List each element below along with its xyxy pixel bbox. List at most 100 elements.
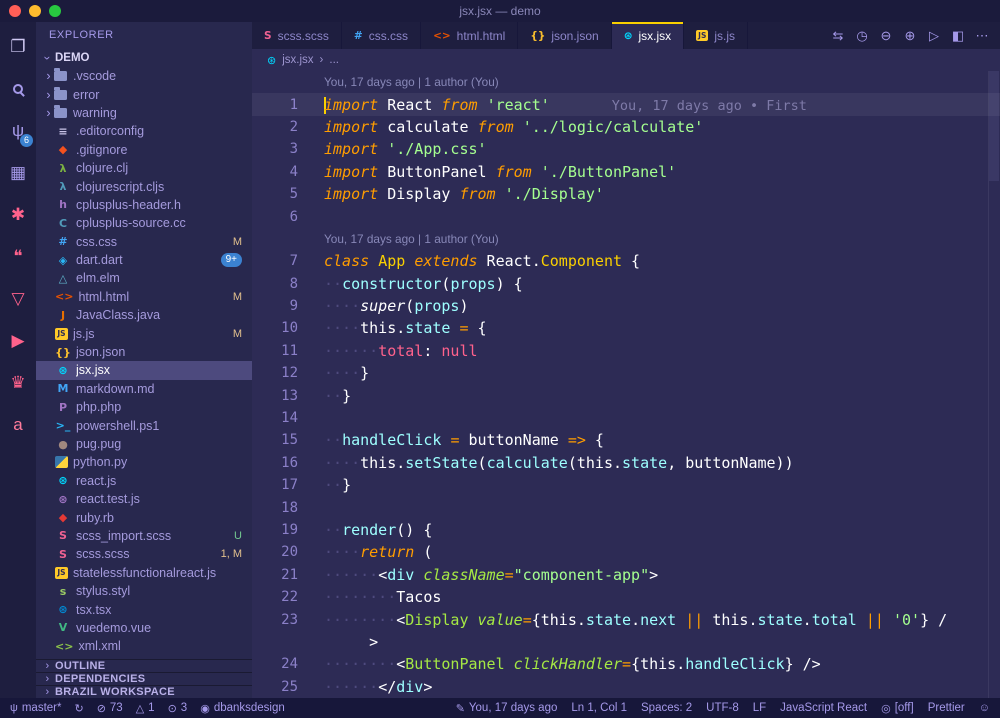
- code-line[interactable]: 22········Tacos: [252, 586, 1000, 608]
- breadcrumb-file[interactable]: jsx.jsx: [282, 54, 313, 66]
- status-warnings[interactable]: △1: [136, 702, 155, 715]
- codelens[interactable]: You, 17 days ago | 1 author (You): [252, 71, 1000, 93]
- tree-file-dart.dart[interactable]: ◈dart.dart9+: [36, 251, 252, 269]
- tab-css.css[interactable]: #css.css: [342, 22, 421, 49]
- breadcrumb[interactable]: ⊛ jsx.jsx › ...: [252, 49, 1000, 71]
- tree-file-php.php[interactable]: Pphp.php: [36, 398, 252, 416]
- tree-file-elm.elm[interactable]: △elm.elm: [36, 269, 252, 287]
- status-feedback[interactable]: ☺: [979, 702, 990, 714]
- award-icon[interactable]: ♛: [0, 362, 36, 404]
- tree-file-pug.pug[interactable]: ●pug.pug: [36, 435, 252, 453]
- root-folder-demo[interactable]: › DEMO: [36, 48, 252, 67]
- code-line[interactable]: 16····this.setState(calculate(this.state…: [252, 452, 1000, 474]
- code-line[interactable]: 5import Display from './Display': [252, 183, 1000, 205]
- close-window-button[interactable]: [9, 5, 21, 17]
- tree-file-react.js[interactable]: ⊛react.js: [36, 472, 252, 490]
- code-line[interactable]: 8··constructor(props) {: [252, 273, 1000, 295]
- more-actions-icon[interactable]: ⋯: [970, 28, 994, 44]
- tree-file-statelessfunctionalreact.js[interactable]: JSstatelessfunctionalreact.js: [36, 564, 252, 582]
- codelens[interactable]: You, 17 days ago | 1 author (You): [252, 228, 1000, 250]
- status-info[interactable]: ⊙3: [168, 702, 188, 715]
- code-line[interactable]: 2import calculate from '../logic/calcula…: [252, 116, 1000, 138]
- code-line[interactable]: 19··render() {: [252, 519, 1000, 541]
- code-line[interactable]: 25······</div>: [252, 676, 1000, 698]
- tree-file-clojure.clj[interactable]: λclojure.clj: [36, 159, 252, 177]
- tree-file-xml.xml[interactable]: <>xml.xml: [36, 637, 252, 655]
- code-line[interactable]: 14: [252, 407, 1000, 429]
- scrollbar[interactable]: [988, 71, 1000, 698]
- status-highlight-toggle[interactable]: ◎[off]: [881, 702, 914, 715]
- section-dependencies[interactable]: ›DEPENDENCIES: [36, 672, 252, 685]
- status-errors[interactable]: ⊘73: [97, 702, 123, 715]
- settings-gear-icon[interactable]: ✱: [0, 194, 36, 236]
- split-editor-icon[interactable]: ◧: [946, 28, 970, 44]
- tree-file-ruby.rb[interactable]: ◆ruby.rb: [36, 508, 252, 526]
- tree-file-cplusplus-header.h[interactable]: hcplusplus-header.h: [36, 196, 252, 214]
- status-gitlens-blame[interactable]: ✎You, 17 days ago: [456, 702, 558, 715]
- section-outline[interactable]: ›OUTLINE: [36, 659, 252, 672]
- tree-file-css.css[interactable]: #css.cssM: [36, 233, 252, 251]
- code-line[interactable]: 13··}: [252, 384, 1000, 406]
- run-circle-icon[interactable]: ▶: [0, 320, 36, 362]
- next-change-icon[interactable]: ⊕: [898, 28, 922, 44]
- explorer-icon[interactable]: ❐: [0, 26, 36, 68]
- tree-file-clojurescript.cljs[interactable]: λclojurescript.cljs: [36, 177, 252, 195]
- compare-changes-icon[interactable]: ⇆: [826, 28, 850, 44]
- tab-js.js[interactable]: JSjs.js: [684, 22, 748, 49]
- code-line[interactable]: 6: [252, 205, 1000, 227]
- tree-file-react.test.js[interactable]: ⊛react.test.js: [36, 490, 252, 508]
- tree-file-html.html[interactable]: <>html.htmlM: [36, 288, 252, 306]
- search-icon[interactable]: [0, 68, 36, 110]
- test-flask-icon[interactable]: ▽: [0, 278, 36, 320]
- status-live-share-account[interactable]: ◉dbanksdesign: [200, 702, 285, 715]
- code-line[interactable]: 18: [252, 496, 1000, 518]
- code-line[interactable]: 10····this.state = {: [252, 317, 1000, 339]
- tab-jsx.jsx[interactable]: ⊛jsx.jsx: [612, 22, 684, 49]
- status-cursor-position[interactable]: Ln 1, Col 1: [571, 702, 627, 714]
- tree-file-.editorconfig[interactable]: ≡.editorconfig: [36, 122, 252, 140]
- status-encoding[interactable]: UTF-8: [706, 702, 739, 714]
- code-editor[interactable]: You, 17 days ago | 1 author (You)1import…: [252, 71, 1000, 698]
- tree-file-scss.scss[interactable]: Sscss.scss1, M: [36, 545, 252, 563]
- code-line[interactable]: 4import ButtonPanel from './ButtonPanel': [252, 161, 1000, 183]
- status-language-mode[interactable]: JavaScript React: [780, 702, 867, 714]
- tree-file-JavaClass.java[interactable]: JJavaClass.java: [36, 306, 252, 324]
- tree-file-markdown.md[interactable]: Mmarkdown.md: [36, 380, 252, 398]
- code-line[interactable]: 12····}: [252, 362, 1000, 384]
- tree-file-json.json[interactable]: {}json.json: [36, 343, 252, 361]
- extensions-icon[interactable]: ▦: [0, 152, 36, 194]
- code-line[interactable]: 1import React from 'react'You, 17 days a…: [252, 93, 1000, 115]
- status-formatter[interactable]: Prettier: [928, 702, 965, 714]
- chat-icon[interactable]: ❝: [0, 236, 36, 278]
- run-file-icon[interactable]: ▷: [922, 28, 946, 44]
- status-eol[interactable]: LF: [753, 702, 766, 714]
- tab-json.json[interactable]: {}json.json: [518, 22, 611, 49]
- code-line[interactable]: 24········<ButtonPanel clickHandler={thi…: [252, 653, 1000, 675]
- code-line[interactable]: 9····super(props): [252, 295, 1000, 317]
- amazon-icon[interactable]: a: [0, 404, 36, 446]
- code-line[interactable]: 20····return (: [252, 541, 1000, 563]
- code-line[interactable]: >: [252, 631, 1000, 653]
- status-git-branch[interactable]: ψmaster*: [10, 702, 61, 714]
- status-sync[interactable]: ↻: [74, 702, 83, 715]
- tree-file-cplusplus-source.cc[interactable]: Ccplusplus-source.cc: [36, 214, 252, 232]
- tree-file-.gitignore[interactable]: ◆.gitignore: [36, 141, 252, 159]
- code-line[interactable]: 17··}: [252, 474, 1000, 496]
- file-history-icon[interactable]: ◷: [850, 28, 874, 44]
- tree-folder-error[interactable]: ›error: [36, 85, 252, 103]
- code-line[interactable]: 3import './App.css': [252, 138, 1000, 160]
- tree-file-stylus.styl[interactable]: sstylus.styl: [36, 582, 252, 600]
- tree-file-js.js[interactable]: JSjs.jsM: [36, 324, 252, 342]
- code-line[interactable]: 7class App extends React.Component {: [252, 250, 1000, 272]
- minimize-window-button[interactable]: [29, 5, 41, 17]
- tree-folder-warning[interactable]: ›warning: [36, 104, 252, 122]
- zoom-window-button[interactable]: [49, 5, 61, 17]
- breadcrumb-more[interactable]: ...: [329, 54, 339, 66]
- tree-file-vuedemo.vue[interactable]: Vvuedemo.vue: [36, 619, 252, 637]
- tree-file-scss_import.scss[interactable]: Sscss_import.scssU: [36, 527, 252, 545]
- status-indentation[interactable]: Spaces: 2: [641, 702, 692, 714]
- tree-file-python.py[interactable]: python.py: [36, 453, 252, 471]
- source-control-icon[interactable]: ψ6: [0, 110, 36, 152]
- tree-file-tsx.tsx[interactable]: ⊛tsx.tsx: [36, 600, 252, 618]
- tree-file-jsx.jsx[interactable]: ⊛jsx.jsx: [36, 361, 252, 379]
